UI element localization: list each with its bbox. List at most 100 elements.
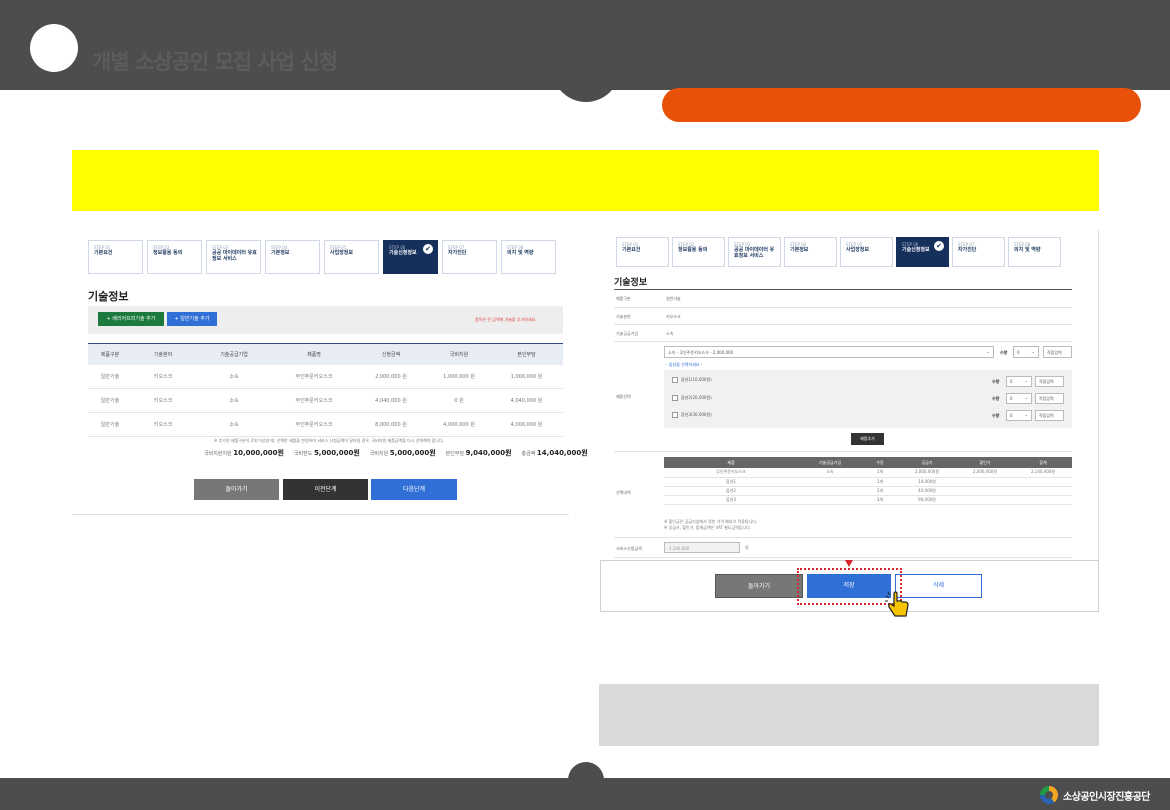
col-header: 본인부담 [490, 343, 563, 365]
cell: 무인주문키오스크 [274, 412, 354, 437]
option-direct-input[interactable]: 직접입력 [1035, 376, 1064, 387]
option-name: 옵션1(10,000원) [681, 377, 712, 382]
col-header: 신청금액 [354, 343, 428, 365]
org-name: 소상공인시장진흥공단 [1063, 791, 1151, 803]
step-4[interactable]: STEP 04 기본정보 [265, 240, 320, 274]
qty-value: 0 [1010, 379, 1013, 384]
summary-label: 국비지원지원 [204, 451, 232, 457]
option-direct-input[interactable]: 직접입력 [1035, 410, 1064, 421]
cell: 2개 [862, 486, 898, 496]
cell: 4,000,000 원 [490, 412, 563, 437]
cell: 옵션2 [664, 486, 798, 496]
selected-table: 제품 기술공급기업 수량 공급가 할인가 합계 무인주문키오스크 소속 1개 2,00… [664, 457, 1072, 505]
option-qty-select[interactable]: 0 ⌄ [1006, 376, 1032, 387]
cell [1014, 495, 1072, 505]
header-circle [30, 24, 78, 72]
step-2[interactable]: STEP 02 정보활용 동의 [147, 240, 202, 274]
cell: 무인주문키오스크 [274, 388, 354, 413]
qty-select[interactable]: 0 ⌄ [1013, 346, 1039, 358]
cell: 1개 [862, 477, 898, 487]
table-row: 무인주문키오스크 소속 1개 2,000,000원 2,000,000원 2,140,00… [664, 468, 1072, 478]
cell: 키오스크 [132, 388, 194, 413]
option-direct-input[interactable]: 직접입력 [1035, 393, 1064, 404]
step-label: 자가진단 [958, 247, 977, 253]
prev-step-button[interactable]: 이전단계 [283, 479, 368, 500]
cell: 2,000,000원 [898, 468, 956, 478]
checkbox-icon[interactable] [672, 412, 678, 418]
add-general-button[interactable]: + 일반기술 추가 [167, 312, 217, 326]
cell: 2,000,000 원 [354, 364, 428, 389]
qty-label: 수량 [992, 379, 1000, 384]
cell: 4,040,000 원 [490, 388, 563, 413]
table-row[interactable]: 일반기술 키오스크 소속 무인주문키오스크 4,040,000 원0 원 4,040,00… [88, 388, 563, 413]
cell: 소속 [194, 412, 274, 437]
product-select[interactable]: 소속 - 무인주문키오스크 - 2,000,000 ⌄ [664, 346, 994, 358]
step-7[interactable]: STEP 07 자가진단 [952, 237, 1005, 267]
step-4[interactable]: STEP 04 기본정보 [784, 237, 837, 267]
table-row: 옵션1 1개 10,000원 [664, 477, 1072, 487]
option-row[interactable]: 옵션2(20,000원) [672, 395, 712, 401]
option-name: 옵션2(20,000원) [681, 395, 712, 400]
table-row[interactable]: 일반기술 키오스크 소속 무인주문키오스크 8,000,000 원 4,000,000 원… [88, 412, 563, 437]
summary-value: 5,000,000원 [389, 449, 436, 457]
cell: 무인주문키오스크 [274, 364, 354, 389]
add-product-button[interactable]: 제품추가 [851, 433, 884, 445]
cell: 옵션3 [664, 495, 798, 505]
cell: 2,000,000원 [956, 468, 1014, 478]
option-qty-select[interactable]: 0 ⌄ [1006, 393, 1032, 404]
checkbox-icon[interactable] [672, 377, 678, 383]
col-header: 기술공급기업 [798, 457, 862, 468]
col-header: 제품 [664, 457, 798, 468]
cell: 키오스크 [132, 364, 194, 389]
back-button-right[interactable]: 돌아가기 [715, 574, 803, 598]
col-header: 할인가 [956, 457, 1014, 468]
step-7[interactable]: STEP 07 자가진단 [442, 240, 497, 274]
field-label: 서비스신청금액 [616, 546, 642, 551]
summary-value: 14,040,000원 [536, 449, 588, 457]
step-6[interactable]: STEP 06 기술신청정보 ✔ [896, 237, 949, 267]
highlight-banner [72, 150, 1099, 211]
cell [798, 486, 862, 496]
total-amount-field: 2,140,000 [664, 542, 740, 553]
step-5[interactable]: STEP 05 사업장정보 [840, 237, 893, 267]
summary-value: 5,000,000원 [313, 449, 360, 457]
back-button-left[interactable]: 돌아가기 [194, 479, 279, 500]
qty-label: 수량 [1000, 350, 1008, 355]
step-1[interactable]: STEP 01 기본요건 [88, 240, 143, 274]
step-3[interactable]: STEP 03 공공 마이데이터 유효정보 서비스 [728, 237, 781, 267]
section-title-left: 기술정보 [88, 290, 129, 303]
summary-label: 총금액 [521, 451, 536, 457]
table-row[interactable]: 일반기술 키오스크 소속 무인주문키오스크 2,000,000 원 1,000,000 원… [88, 364, 563, 389]
step-1[interactable]: STEP 01 기본요건 [616, 237, 669, 267]
option-qty-select[interactable]: 0 ⌄ [1006, 410, 1032, 421]
hand-cursor-icon [885, 591, 909, 617]
step-8[interactable]: STEP 08 의지 및 역량 [501, 240, 556, 274]
cell [956, 477, 1014, 487]
logo-mark-icon [1040, 786, 1058, 804]
checkbox-icon[interactable] [672, 395, 678, 401]
option-row[interactable]: 옵션3(30,000원) [672, 412, 712, 418]
option-name: 옵션3(30,000원) [681, 412, 712, 417]
cell [798, 495, 862, 505]
cell: 무인주문키오스크 [664, 468, 798, 478]
option-row[interactable]: 옵션1(10,000원) [672, 377, 712, 383]
cell: 90,000원 [898, 495, 956, 505]
step-nav-left: STEP 01 기본요건 STEP 02 정보활용 동의 STEP 03 공공 마이데… [88, 240, 556, 274]
cell: 0 원 [428, 388, 490, 413]
cell: 일반기술 [88, 412, 132, 437]
step-8[interactable]: STEP 08 의지 및 역량 [1008, 237, 1061, 267]
step-6[interactable]: STEP 06 기술신청정보 ✔ [383, 240, 438, 274]
step-5[interactable]: STEP 05 사업장정보 [324, 240, 379, 274]
field-row: 기술분야 키오스크 [614, 308, 1072, 325]
step-3[interactable]: STEP 03 공공 마이데이터 유효정보 서비스 [206, 240, 261, 274]
step-2[interactable]: STEP 02 정보활용 동의 [672, 237, 725, 267]
direct-input-button[interactable]: 직접입력 [1043, 346, 1072, 358]
add-premium-button[interactable]: + 베리어프리기술 추가 [98, 312, 164, 326]
footnote-text: ※ 추가된 제품구분이 2개 이상일 때, 선택한 제품을 변경하여 서비스 신… [214, 438, 445, 443]
col-header: 제품명 [274, 343, 354, 365]
summary-value: 10,000,000원 [233, 449, 284, 457]
next-step-button[interactable]: 다음단계 [371, 479, 457, 500]
step-nav-right: STEP 01 기본요건 STEP 02 정보활용 동의 STEP 03 공공 마이데… [616, 237, 1061, 267]
cell: 1,000,000 원 [428, 364, 490, 389]
summary-label: 국비한도 [293, 451, 313, 457]
